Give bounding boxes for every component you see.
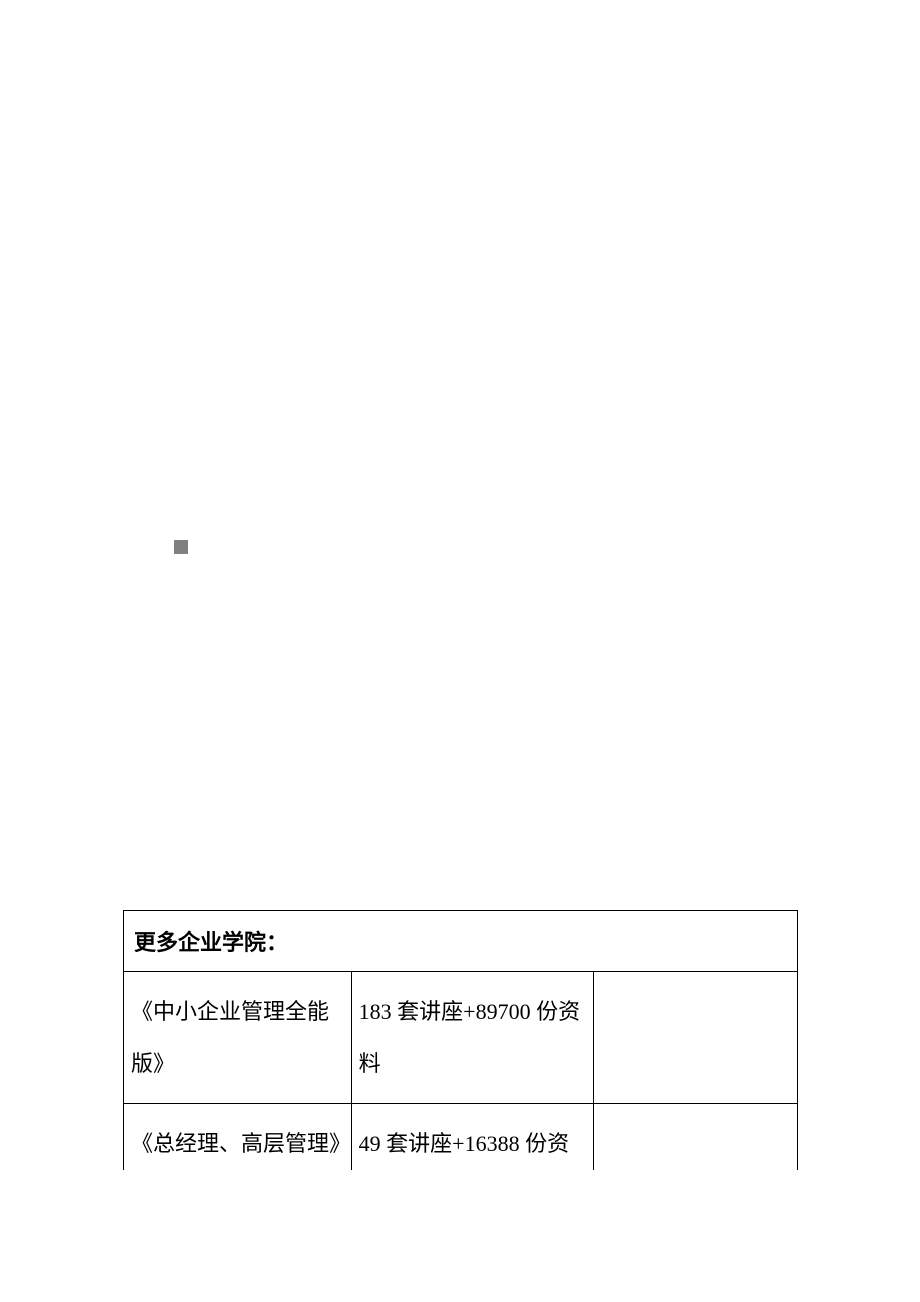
table-header-cell: 更多企业学院： xyxy=(124,911,798,972)
courses-table: 更多企业学院： 《中小企业管理全能版》 183 套讲座+89700 份资料 《总… xyxy=(123,910,798,1170)
table-row: 《中小企业管理全能版》 183 套讲座+89700 份资料 xyxy=(124,972,798,1104)
table-cell: 183 套讲座+89700 份资料 xyxy=(351,972,594,1104)
course-name: 《中小企业管理全能版》 xyxy=(124,972,351,1103)
course-extra xyxy=(594,1104,797,1118)
course-name: 《总经理、高层管理》 xyxy=(124,1104,351,1170)
square-marker xyxy=(174,540,188,554)
table-header-text: 更多企业学院： xyxy=(134,930,288,955)
table-row: 《总经理、高层管理》 49 套讲座+16388 份资 xyxy=(124,1104,798,1170)
course-details: 49 套讲座+16388 份资 xyxy=(352,1104,594,1170)
table-cell xyxy=(594,972,798,1104)
table-cell xyxy=(594,1104,798,1170)
course-details: 183 套讲座+89700 份资料 xyxy=(352,972,594,1103)
table-cell: 《中小企业管理全能版》 xyxy=(124,972,352,1104)
courses-table-container: 更多企业学院： 《中小企业管理全能版》 183 套讲座+89700 份资料 《总… xyxy=(123,910,798,1170)
table-header-row: 更多企业学院： xyxy=(124,911,798,972)
table-cell: 《总经理、高层管理》 xyxy=(124,1104,352,1170)
table-cell: 49 套讲座+16388 份资 xyxy=(351,1104,594,1170)
course-extra xyxy=(594,972,797,1000)
